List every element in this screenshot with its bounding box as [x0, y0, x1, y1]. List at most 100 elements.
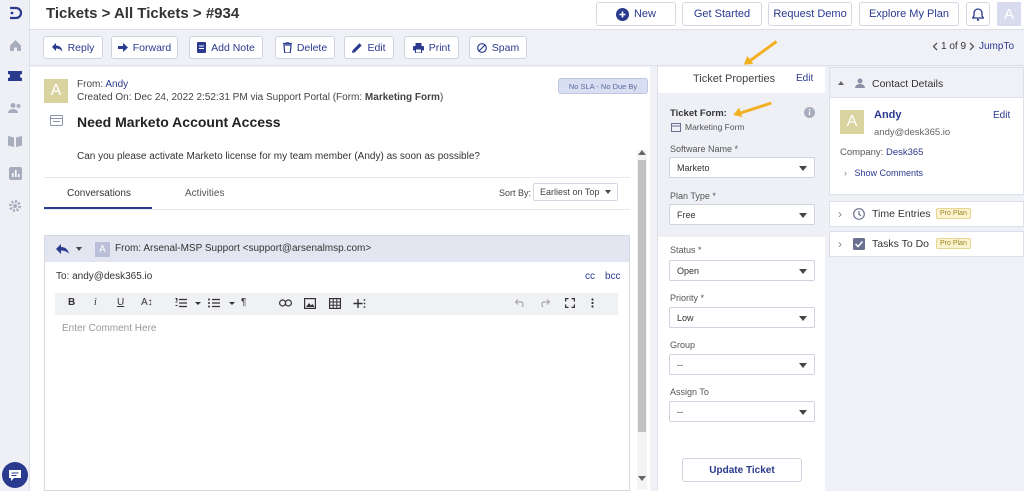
chevron-left-icon[interactable] — [932, 42, 938, 51]
sort-by-label: Sort By: — [499, 188, 532, 198]
get-started-button[interactable]: Get Started — [682, 2, 762, 26]
contact-avatar: A — [840, 110, 864, 134]
tab-conversations[interactable]: Conversations — [67, 188, 131, 199]
bold-button[interactable]: B — [68, 297, 75, 308]
numbered-list-caret-icon[interactable] — [195, 302, 201, 305]
home-icon[interactable] — [7, 37, 23, 53]
assign-to-select[interactable]: -- — [669, 401, 815, 422]
comment-textarea[interactable]: Enter Comment Here — [55, 315, 618, 490]
numbered-list-icon[interactable] — [175, 298, 187, 308]
request-demo-button[interactable]: Request Demo — [768, 2, 852, 26]
underline-button[interactable]: U — [117, 297, 124, 308]
reply-icon — [51, 43, 63, 52]
properties-edit-link[interactable]: Edit — [796, 73, 813, 84]
user-avatar[interactable]: A — [997, 2, 1021, 26]
required-mark: * — [712, 191, 716, 201]
tab-activities[interactable]: Activities — [185, 188, 224, 199]
update-ticket-button[interactable]: Update Ticket — [682, 458, 802, 482]
properties-title: Ticket Properties — [693, 73, 776, 85]
from-name-link[interactable]: Andy — [105, 79, 128, 90]
paragraph-button[interactable]: ¶ — [241, 297, 246, 308]
edit-label: Edit — [367, 41, 386, 54]
pager-text: 1 of 9 — [941, 41, 967, 52]
redo-icon[interactable] — [539, 299, 550, 307]
priority-select[interactable]: Low — [669, 307, 815, 328]
scroll-thumb[interactable] — [638, 160, 646, 432]
chevron-up-icon[interactable] — [838, 81, 844, 85]
new-button[interactable]: New — [596, 2, 676, 26]
caret-down-icon — [799, 213, 807, 218]
ticket-main-panel: A From: Andy Created On: Dec 24, 2022 2:… — [30, 67, 650, 491]
knowledge-base-icon[interactable] — [7, 133, 23, 149]
time-entries-card[interactable]: › Time Entries Pro Plan — [829, 201, 1024, 227]
edit-button[interactable]: Edit — [344, 36, 394, 59]
company-link[interactable]: Desk365 — [886, 147, 924, 158]
explore-my-plan-button[interactable]: Explore My Plan — [859, 2, 959, 26]
contact-sidebar: Contact Details A Andy Edit andy@desk365… — [829, 67, 1024, 491]
desk365-logo-icon[interactable] — [7, 5, 23, 21]
ticket-form-section: Ticket Form: Marketing Form Software Nam… — [658, 93, 826, 237]
scroll-down-icon[interactable] — [638, 476, 646, 481]
contact-name-link[interactable]: Andy — [874, 109, 902, 121]
reply-arrow-icon[interactable] — [56, 244, 69, 254]
tasks-card[interactable]: › Tasks To Do Pro Plan — [829, 231, 1024, 257]
created-prefix: Created On: Dec 24, 2022 2:52:31 PM via … — [77, 92, 365, 103]
forward-icon — [117, 43, 128, 52]
checkbox-icon — [853, 238, 865, 250]
tickets-icon[interactable] — [7, 68, 23, 84]
info-icon[interactable] — [804, 107, 815, 118]
status-select[interactable]: Open — [669, 260, 815, 281]
bullet-list-icon[interactable] — [208, 298, 220, 308]
insert-more-icon[interactable] — [353, 298, 366, 309]
jump-to-link[interactable]: JumpTo — [979, 41, 1014, 52]
font-size-button[interactable]: A↕ — [141, 297, 153, 308]
group-select[interactable]: -- — [669, 354, 815, 375]
table-icon[interactable] — [329, 298, 341, 309]
print-button[interactable]: Print — [404, 36, 459, 59]
software-name-select[interactable]: Marketo — [669, 157, 815, 178]
plan-type-value: Free — [677, 209, 696, 220]
reply-editor: A From: Arsenal-MSP Support <support@ars… — [44, 235, 630, 491]
contact-edit-link[interactable]: Edit — [993, 110, 1010, 121]
formatting-toolbar: B i U A↕ ¶ — [55, 293, 618, 315]
sort-select[interactable]: Earliest on Top — [533, 183, 618, 201]
main-scrollbar[interactable] — [637, 150, 647, 490]
reply-to: To: andy@desk365.io — [56, 271, 153, 282]
reply-button[interactable]: Reply — [43, 36, 103, 59]
assign-to-label: Assign To — [670, 387, 709, 397]
settings-gear-icon[interactable] — [7, 198, 23, 214]
priority-label: Priority * — [670, 293, 704, 303]
link-icon[interactable] — [279, 299, 292, 307]
chat-support-icon[interactable] — [2, 462, 28, 488]
cc-link[interactable]: cc — [585, 271, 595, 282]
reports-icon[interactable] — [7, 165, 23, 181]
block-icon — [476, 42, 487, 53]
image-icon[interactable] — [304, 298, 316, 309]
scroll-up-icon[interactable] — [638, 150, 646, 155]
bullet-list-caret-icon[interactable] — [229, 302, 235, 305]
forward-button[interactable]: Forward — [111, 36, 178, 59]
show-comments-toggle[interactable]: › Show Comments — [844, 168, 923, 178]
plan-type-select[interactable]: Free — [669, 204, 815, 225]
status-value: Open — [677, 265, 700, 276]
bcc-link[interactable]: bcc — [605, 271, 621, 282]
add-note-button[interactable]: Add Note — [189, 36, 263, 59]
tasks-label: Tasks To Do — [872, 238, 929, 250]
fullscreen-icon[interactable] — [565, 298, 575, 308]
plan-type-label: Plan Type * — [670, 191, 716, 201]
created-line: Created On: Dec 24, 2022 2:52:31 PM via … — [77, 92, 443, 103]
delete-button[interactable]: Delete — [275, 36, 335, 59]
italic-button[interactable]: i — [94, 297, 97, 308]
chevron-right-icon[interactable] — [969, 42, 975, 51]
spam-button[interactable]: Spam — [469, 36, 527, 59]
undo-icon[interactable] — [515, 299, 526, 307]
contact-details-header[interactable]: Contact Details — [830, 68, 1023, 98]
more-vertical-icon[interactable] — [591, 298, 594, 308]
forward-label: Forward — [132, 41, 172, 54]
contacts-icon[interactable] — [7, 100, 23, 116]
caret-down-icon — [799, 316, 807, 321]
notifications-bell-icon[interactable] — [966, 2, 990, 26]
reply-type-caret-icon[interactable] — [76, 247, 82, 251]
divider — [44, 177, 630, 178]
print-label: Print — [428, 41, 451, 54]
